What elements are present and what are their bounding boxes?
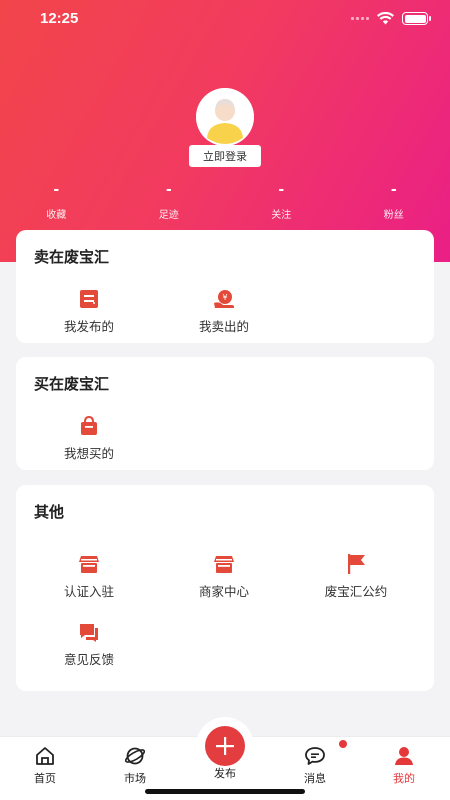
item-label: 我发布的: [63, 319, 114, 334]
my-published-item[interactable]: 我发布的: [16, 288, 162, 335]
item-label: 我卖出的: [198, 319, 249, 334]
publish-label: 发布: [214, 767, 236, 780]
feedback-chat-icon: [80, 624, 98, 642]
item-label: 意见反馈: [63, 652, 114, 667]
status-time: 12:25: [40, 10, 79, 27]
status-bar: 12:25: [0, 0, 450, 40]
market-planet-icon: [124, 747, 146, 765]
avatar[interactable]: [196, 88, 254, 146]
sell-section-card: 卖在废宝汇 我发布的 ¥ 我卖出的: [16, 230, 434, 343]
wifi-icon: [377, 12, 394, 25]
battery-icon: [402, 12, 431, 25]
other-section-card: 其他 认证入驻 商家中心 废宝汇公约 意见反馈: [16, 485, 434, 691]
want-to-buy-item[interactable]: 我想买的: [16, 415, 162, 462]
home-indicator: [145, 789, 305, 794]
tab-messages[interactable]: 消息: [285, 745, 345, 786]
section-title: 卖在废宝汇: [34, 248, 110, 266]
user-profile-icon: [395, 747, 413, 765]
user-avatar-icon: [196, 88, 254, 146]
tab-home[interactable]: 首页: [15, 745, 75, 786]
home-icon: [36, 747, 54, 765]
svg-text:¥: ¥: [222, 293, 227, 302]
store-icon: [79, 556, 99, 573]
stat-value: -: [390, 182, 397, 198]
feedback-item[interactable]: 意见反馈: [16, 621, 162, 668]
signal-icon: [351, 17, 369, 20]
flag-icon: [348, 554, 365, 574]
stat-fans[interactable]: - 粉丝: [338, 182, 450, 221]
stat-footprints[interactable]: - 足迹: [113, 182, 226, 221]
tab-mine[interactable]: 我的: [374, 745, 434, 786]
stat-label: 关注: [271, 210, 292, 221]
shopping-bag-icon: [81, 415, 97, 435]
merchant-store-icon: [214, 556, 234, 573]
stat-value: -: [53, 182, 60, 198]
stat-following[interactable]: - 关注: [225, 182, 338, 221]
stat-label: 足迹: [158, 210, 179, 221]
stat-value: -: [278, 182, 285, 198]
section-title: 其他: [34, 503, 65, 521]
stat-label: 收藏: [46, 210, 67, 221]
merchant-center-item[interactable]: 商家中心: [151, 553, 297, 600]
publish-list-icon: [80, 290, 98, 308]
status-icons: [351, 12, 431, 25]
login-button[interactable]: 立即登录: [189, 145, 261, 167]
plus-icon: [216, 737, 234, 755]
section-title: 买在废宝汇: [34, 375, 110, 393]
tab-label: 我的: [393, 772, 415, 785]
tab-label: 消息: [304, 772, 326, 785]
sold-money-icon: ¥: [214, 290, 234, 308]
tab-market[interactable]: 市场: [105, 745, 165, 786]
message-unread-badge: [339, 740, 347, 748]
buy-section-card: 买在废宝汇 我想买的: [16, 357, 434, 470]
stat-favorites[interactable]: - 收藏: [0, 182, 113, 221]
item-label: 废宝汇公约: [324, 584, 388, 599]
stats-row: - 收藏 - 足迹 - 关注 - 粉丝: [0, 182, 450, 221]
stat-label: 粉丝: [383, 210, 404, 221]
publish-button[interactable]: [205, 726, 245, 766]
item-label: 我想买的: [63, 446, 114, 461]
convention-item[interactable]: 废宝汇公约: [283, 553, 429, 600]
message-bubble-icon: [305, 747, 325, 765]
item-label: 商家中心: [198, 584, 249, 599]
item-label: 认证入驻: [63, 584, 114, 599]
tab-label: 市场: [124, 772, 146, 785]
certification-item[interactable]: 认证入驻: [16, 553, 162, 600]
my-sold-item[interactable]: ¥ 我卖出的: [151, 288, 297, 335]
tab-label: 首页: [34, 772, 56, 785]
stat-value: -: [165, 182, 172, 198]
